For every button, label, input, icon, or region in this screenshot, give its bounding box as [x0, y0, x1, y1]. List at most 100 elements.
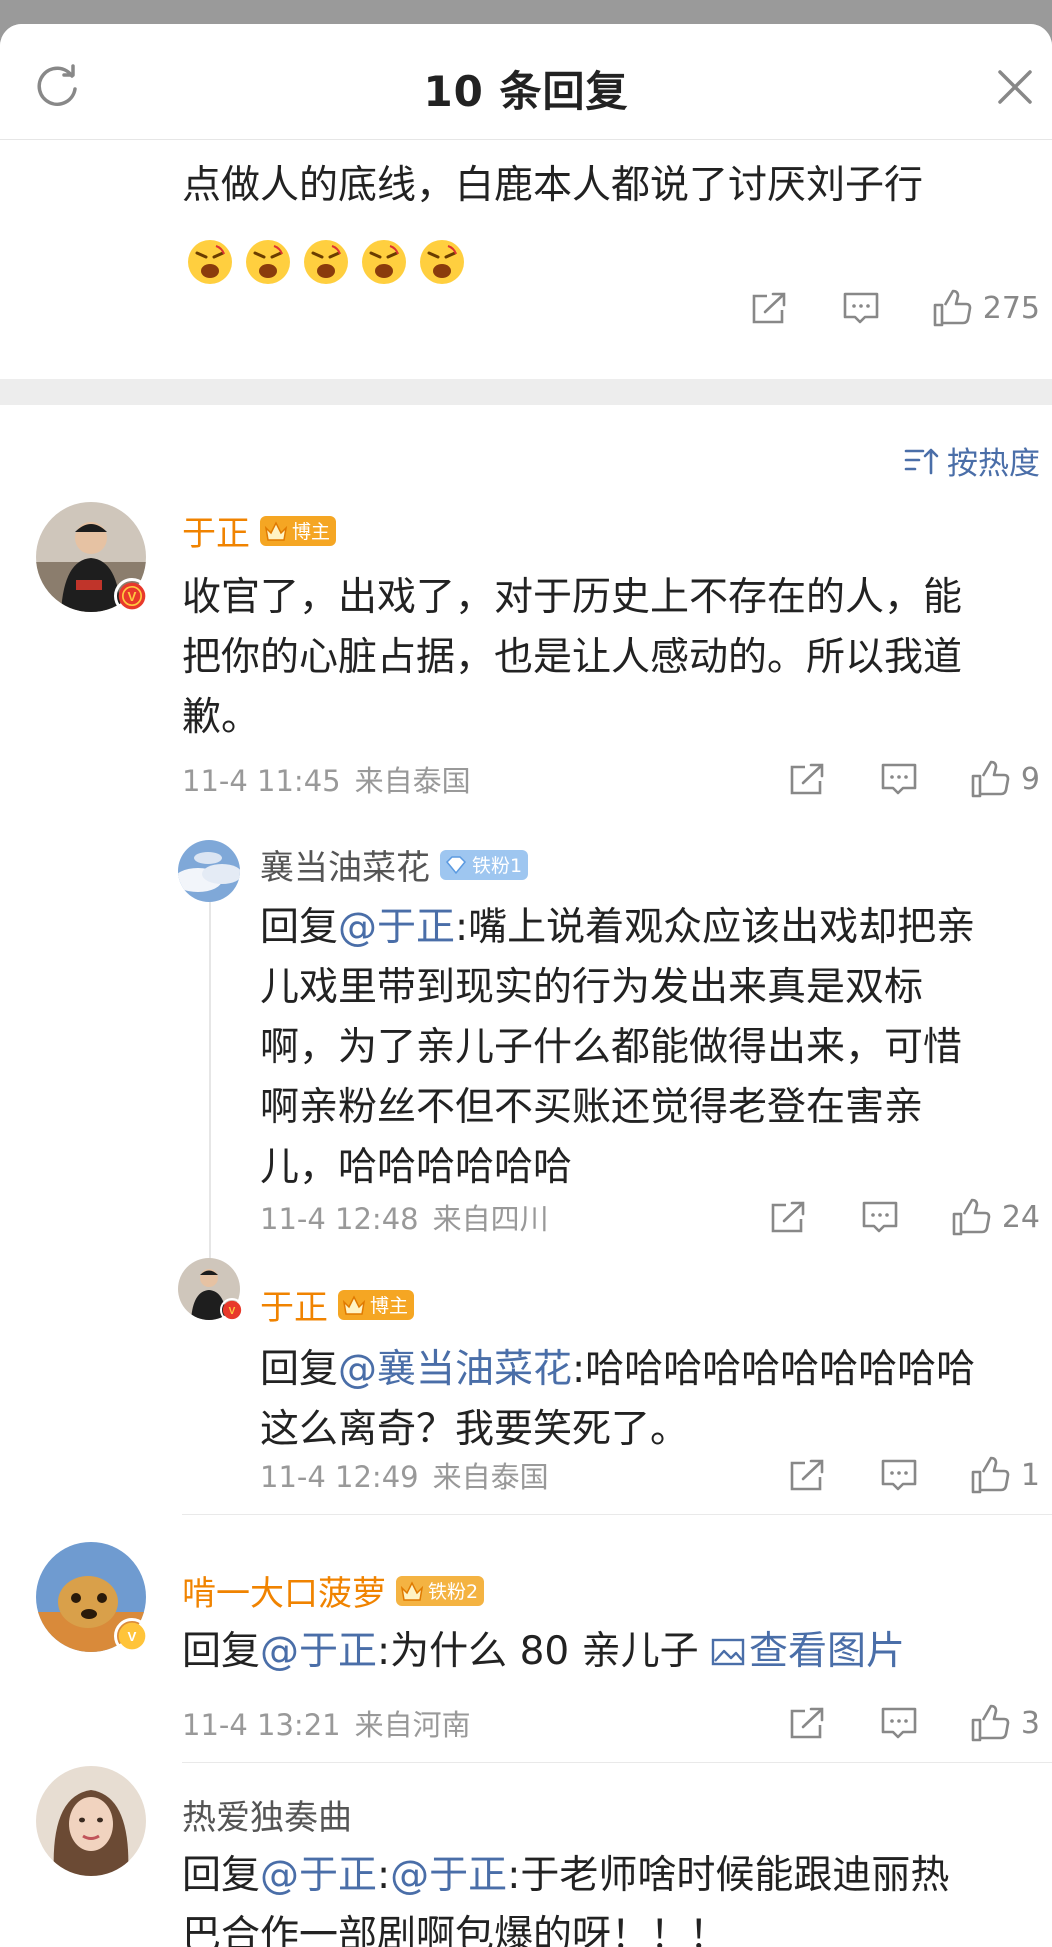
image-icon: [711, 1638, 745, 1666]
avatar[interactable]: [36, 1766, 146, 1876]
comment-time: 11-4 12:48: [260, 1202, 419, 1236]
parent-comment-text: 点做人的底线，白鹿本人都说了讨厌刘子行: [182, 163, 924, 208]
svg-text:V: V: [128, 1629, 137, 1644]
comment-text: 回复@于正:@于正:于老师啥时候能跟迪丽热 巴合作一部剧啊包爆的呀！！！: [182, 1853, 950, 1947]
like-icon: [952, 1198, 991, 1236]
diamond-icon: [445, 855, 467, 874]
emoji-row: [186, 238, 466, 286]
share-button[interactable]: [787, 1457, 827, 1493]
avatar[interactable]: V: [36, 1542, 150, 1654]
close-icon[interactable]: [992, 64, 1038, 110]
comment-button[interactable]: [879, 761, 919, 797]
share-button[interactable]: [749, 290, 789, 326]
comment-button[interactable]: [860, 1199, 900, 1235]
like-icon: [971, 1704, 1010, 1742]
svg-text:V: V: [229, 1306, 236, 1317]
verified-icon: V: [114, 1618, 150, 1654]
angry-emoji-icon: [362, 240, 406, 284]
like-icon: [971, 1456, 1010, 1494]
comment-time: 11-4 11:45: [182, 764, 341, 798]
comment-meta: 11-4 12:49 来自泰国: [260, 1454, 549, 1496]
mention-link[interactable]: @于正: [390, 1853, 507, 1898]
commenter-name[interactable]: 于正 博主: [182, 506, 337, 555]
like-count: 9: [1020, 761, 1040, 797]
like-button[interactable]: 24: [950, 1197, 1040, 1237]
comment-button[interactable]: [879, 1457, 919, 1493]
angry-emoji-icon: [188, 240, 232, 284]
like-button[interactable]: 3: [969, 1703, 1040, 1743]
share-button[interactable]: [768, 1199, 808, 1235]
comment-source: 来自四川: [432, 1202, 549, 1236]
comment-actions: 9: [787, 759, 1040, 799]
view-image-link[interactable]: 查看图片: [711, 1629, 905, 1674]
comment-actions: 24: [768, 1197, 1040, 1237]
comment-actions: 1: [787, 1455, 1040, 1495]
like-button[interactable]: 9: [969, 759, 1040, 799]
sort-label: 按热度: [947, 446, 1040, 482]
svg-text:V: V: [128, 589, 137, 604]
header-bar: 10 条回复: [0, 24, 1052, 140]
page-title: 10 条回复: [423, 67, 629, 116]
like-button[interactable]: 1: [969, 1455, 1040, 1495]
reply-text: 回复@襄当油菜花:哈哈哈哈哈哈哈哈哈哈 这么离奇？我要笑死了。: [260, 1347, 976, 1452]
like-icon: [971, 760, 1010, 798]
mention-link[interactable]: @于正: [260, 1629, 377, 1674]
author-badge: 博主: [338, 1289, 415, 1320]
comment-source: 来自泰国: [432, 1460, 549, 1494]
thread-line: [209, 894, 211, 1266]
commenter-name[interactable]: 啃一大口菠萝 铁粉2: [182, 1566, 485, 1615]
like-count: 3: [1020, 1705, 1040, 1741]
comment-time: 11-4 13:21: [182, 1708, 341, 1742]
author-badge: 博主: [260, 515, 337, 546]
share-icon: [752, 292, 786, 324]
comment-text: 回复@于正:为什么 80 亲儿子 查看图片: [182, 1629, 906, 1674]
comment-icon: [843, 292, 879, 324]
comment-source: 来自河南: [354, 1708, 471, 1742]
share-icon: [790, 1707, 824, 1739]
mention-link[interactable]: @于正: [260, 1853, 377, 1898]
like-count: 24: [1001, 1199, 1040, 1235]
mention-link[interactable]: @于正: [338, 905, 455, 950]
commenter-name[interactable]: 热爱独奏曲: [182, 1790, 352, 1839]
comment-icon: [881, 1459, 917, 1491]
reply-text: 回复@于正:嘴上说着观众应该出戏却把亲 儿戏里带到现实的行为发出来真是双标 啊，…: [260, 905, 976, 1190]
comment-meta: 11-4 11:45 来自泰国: [182, 758, 471, 800]
like-button[interactable]: 275: [931, 288, 1040, 328]
avatar-image: [36, 1766, 146, 1876]
fan-badge: 铁粉2: [396, 1575, 485, 1606]
commenter-name[interactable]: 于正 博主: [260, 1280, 415, 1329]
crown-icon: [342, 1294, 366, 1315]
comment-button[interactable]: [841, 290, 881, 326]
like-count: 275: [982, 290, 1040, 326]
verified-icon: V: [114, 578, 150, 614]
share-button[interactable]: [787, 1705, 827, 1741]
share-button[interactable]: [787, 761, 827, 797]
comment-icon: [881, 1707, 917, 1739]
verified-icon: V: [220, 1298, 244, 1322]
sort-icon: [904, 448, 939, 474]
mention-link[interactable]: @襄当油菜花: [338, 1347, 572, 1392]
divider: [182, 1762, 1052, 1763]
avatar-image: [174, 840, 242, 902]
sort-button[interactable]: 按热度: [903, 438, 1040, 483]
avatar[interactable]: V: [178, 1258, 244, 1322]
avatar[interactable]: [174, 840, 242, 902]
like-count: 1: [1020, 1457, 1040, 1493]
angry-emoji-icon: [420, 240, 464, 284]
angry-emoji-icon: [304, 240, 348, 284]
comment-icon: [881, 763, 917, 795]
comment-button[interactable]: [879, 1705, 919, 1741]
crown-icon: [400, 1580, 424, 1601]
comment-time: 11-4 12:49: [260, 1460, 419, 1494]
avatar[interactable]: V: [36, 502, 150, 614]
parent-actions: 275: [749, 288, 1040, 328]
commenter-name[interactable]: 襄当油菜花 铁粉1: [260, 840, 529, 889]
crown-icon: [264, 520, 288, 541]
reply-sheet: 10 条回复 点做人的底线，白鹿本人都说了讨厌刘子行 275 按热度 V 于正 …: [0, 24, 1052, 1947]
comment-icon: [862, 1201, 898, 1233]
comment-meta: 11-4 12:48 来自四川: [260, 1196, 549, 1238]
share-icon: [790, 1459, 824, 1491]
comment-text: 收官了，出戏了，对于历史上不存在的人，能 把你的心脏占据，也是让人感动的。所以我…: [182, 575, 963, 740]
fan-badge: 铁粉1: [440, 849, 529, 880]
comment-source: 来自泰国: [354, 764, 471, 798]
